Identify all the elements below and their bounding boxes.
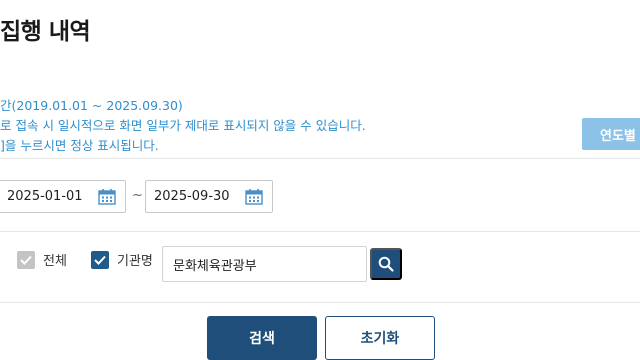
date-separator: ~ bbox=[132, 188, 143, 203]
agency-checkbox[interactable] bbox=[91, 250, 109, 269]
end-date-field[interactable]: 2025-09-30 bbox=[145, 180, 273, 213]
check-icon bbox=[20, 255, 32, 265]
notice-line-3: ]을 누르시면 정상 표시됩니다. bbox=[0, 138, 159, 153]
reset-button[interactable]: 초기화 bbox=[325, 316, 435, 360]
agency-search-button[interactable] bbox=[370, 248, 402, 280]
divider bbox=[0, 302, 640, 303]
divider bbox=[0, 231, 640, 232]
calendar-icon[interactable] bbox=[97, 188, 117, 206]
search-icon bbox=[378, 256, 394, 272]
check-icon bbox=[94, 255, 106, 265]
all-checkbox-label: 전체 bbox=[43, 254, 67, 269]
start-date-field[interactable]: 2025-01-01 bbox=[0, 180, 126, 213]
notice-line-1: 간(2019.01.01 ~ 2025.09.30) bbox=[0, 98, 183, 113]
agency-checkbox-group[interactable]: 기관명 bbox=[91, 250, 153, 269]
notice-line-2: 로 접속 시 일시적으로 화면 일부가 제대로 표시되지 않을 수 있습니다. bbox=[0, 118, 366, 133]
agency-checkbox-label: 기관명 bbox=[117, 254, 153, 269]
search-button[interactable]: 검색 bbox=[207, 316, 317, 360]
page-title: 집행 내역 bbox=[0, 19, 91, 45]
divider bbox=[0, 158, 640, 159]
end-date-value: 2025-09-30 bbox=[154, 189, 230, 204]
start-date-value: 2025-01-01 bbox=[7, 189, 83, 204]
agency-name-input[interactable]: 문화체육관광부 bbox=[162, 246, 367, 282]
calendar-icon[interactable] bbox=[244, 188, 264, 206]
all-checkbox[interactable] bbox=[17, 250, 35, 269]
notice-text: 간(2019.01.01 ~ 2025.09.30) 로 접속 시 일시적으로 … bbox=[0, 96, 366, 156]
yearly-view-button[interactable]: 연도별 bbox=[582, 118, 640, 150]
all-checkbox-group[interactable]: 전체 bbox=[17, 250, 67, 269]
